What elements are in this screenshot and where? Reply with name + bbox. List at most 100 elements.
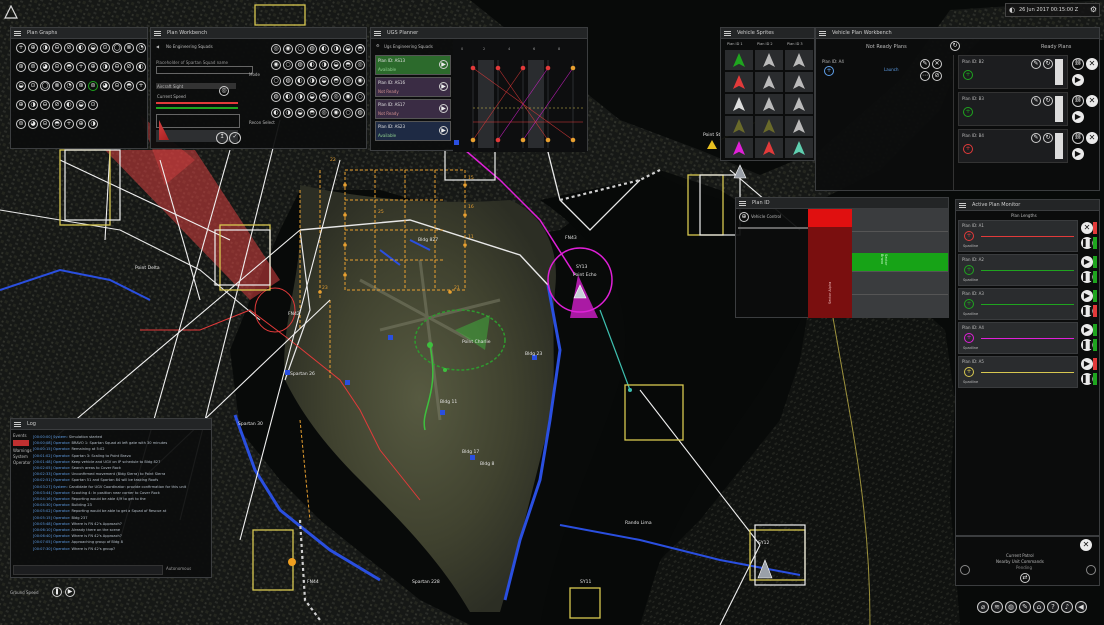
- swap-icon[interactable]: ⇄: [1020, 573, 1030, 583]
- ready-plan-card[interactable]: Plan ID: B2 + ✎ ↻: [958, 55, 1068, 89]
- ugs-plan-item[interactable]: Plan ID: AS13 Available ▶: [375, 55, 451, 75]
- filter-warnings[interactable]: Warnings: [13, 448, 32, 453]
- mic-icon[interactable]: ♪: [1061, 601, 1073, 613]
- layers-icon[interactable]: ≋: [991, 601, 1003, 613]
- sprite-cell[interactable]: [725, 138, 753, 158]
- sprite-cell[interactable]: [785, 116, 813, 136]
- edit-icon[interactable]: ✎: [920, 59, 930, 69]
- close-icon[interactable]: ▶: [1081, 290, 1093, 302]
- workbench-tool-icon[interactable]: ◉: [343, 92, 353, 102]
- graph-tool-icon[interactable]: +: [136, 81, 146, 91]
- graph-tool-icon[interactable]: ⊝: [112, 81, 122, 91]
- close-icon[interactable]: ▶: [1081, 358, 1093, 370]
- graph-tool-icon[interactable]: ◑: [88, 119, 98, 129]
- workbench-tool-icon[interactable]: ◐: [307, 60, 317, 70]
- ugs-plan-item[interactable]: Plan ID: AS16 Not Ready ▶: [375, 77, 451, 97]
- pause-icon[interactable]: ❚❚: [1081, 237, 1094, 249]
- graph-tool-icon[interactable]: ⊝: [40, 119, 50, 129]
- workbench-tool-icon[interactable]: ◍: [295, 60, 305, 70]
- graph-tool-icon[interactable]: ⊗: [124, 43, 134, 53]
- close-icon[interactable]: ✕: [932, 59, 942, 69]
- log-entries[interactable]: [00:00:00] System: Simulation started [00…: [33, 434, 209, 562]
- graph-tool-icon[interactable]: ◯: [112, 43, 122, 53]
- workbench-tool-icon[interactable]: ◒: [295, 108, 305, 118]
- graph-tool-icon[interactable]: ◔: [64, 81, 74, 91]
- filter-events[interactable]: Events: [13, 433, 27, 438]
- close-icon[interactable]: ✕: [1086, 95, 1098, 107]
- filter-system[interactable]: System: [13, 454, 28, 459]
- workbench-tool-icon[interactable]: ◉: [355, 76, 365, 86]
- refresh-icon[interactable]: ↻: [1043, 133, 1053, 143]
- vehicle-plus-icon[interactable]: +: [963, 70, 973, 80]
- pause-icon[interactable]: ❚❚: [1081, 373, 1094, 385]
- graph-tool-icon[interactable]: ◒: [88, 43, 98, 53]
- play-icon[interactable]: ▶: [1072, 74, 1084, 86]
- workbench-tool-icon[interactable]: ○: [343, 108, 353, 118]
- graph-tool-icon[interactable]: ⊘: [52, 100, 62, 110]
- workbench-tool-icon[interactable]: ◉: [283, 44, 293, 54]
- apm-plan-card[interactable]: Plan ID: A4 + Spadline: [958, 322, 1078, 354]
- vehicle-plus-icon[interactable]: +: [964, 299, 974, 309]
- graph-tool-icon[interactable]: ◓: [52, 119, 62, 129]
- workbench-tool-icon[interactable]: ◐: [283, 92, 293, 102]
- menu-icon[interactable]: [724, 31, 731, 36]
- edit-icon[interactable]: ✎: [1031, 59, 1041, 69]
- sprite-cell[interactable]: [725, 50, 753, 70]
- workbench-tool-icon[interactable]: ○: [295, 44, 305, 54]
- ugs-go-icon[interactable]: ▶: [439, 126, 448, 135]
- apm-plan-card[interactable]: Plan ID: A2 + Spadline: [958, 254, 1078, 286]
- sprite-cell[interactable]: [785, 138, 813, 158]
- play-icon[interactable]: ▶: [1072, 111, 1084, 123]
- menu-icon[interactable]: [819, 31, 826, 36]
- workbench-tool-icon[interactable]: ◐: [295, 76, 305, 86]
- workbench-tool-icon[interactable]: ◐: [271, 108, 281, 118]
- sprite-cell[interactable]: [755, 138, 783, 158]
- sprite-cell[interactable]: [755, 94, 783, 114]
- upload-icon[interactable]: ↥: [216, 132, 228, 144]
- vehicle-plus-icon[interactable]: +: [964, 333, 974, 343]
- workbench-tool-icon[interactable]: ◒: [307, 92, 317, 102]
- graph-tool-icon[interactable]: ◓: [124, 81, 134, 91]
- edit-icon[interactable]: ✎: [1031, 96, 1041, 106]
- graph-tool-icon[interactable]: ◐: [136, 62, 146, 72]
- workbench-tool-icon[interactable]: ◑: [319, 60, 329, 70]
- menu-icon[interactable]: [374, 31, 381, 36]
- close-icon[interactable]: ✕: [1080, 539, 1092, 551]
- graph-tool-icon[interactable]: ⊛: [76, 81, 86, 91]
- apm-plan-card[interactable]: Plan ID: A3 + Spadline: [958, 288, 1078, 320]
- vehicle-plus-icon[interactable]: +: [963, 107, 973, 117]
- waypoint-field[interactable]: [156, 114, 240, 128]
- workbench-tool-icon[interactable]: ◓: [307, 108, 317, 118]
- right-dial-icon[interactable]: [1086, 565, 1096, 575]
- workbench-tool-icon[interactable]: ◍: [271, 92, 281, 102]
- workbench-tool-icon[interactable]: ○: [283, 60, 293, 70]
- menu-icon[interactable]: [154, 31, 161, 36]
- menu-icon[interactable]: [14, 31, 21, 36]
- menu-icon[interactable]: [14, 422, 21, 427]
- apm-plan-card[interactable]: Plan ID: A1 + Spadline: [958, 220, 1078, 252]
- apm-plan-card[interactable]: Plan ID: A5 + Spadline: [958, 356, 1078, 388]
- graph-tool-icon[interactable]: +: [64, 119, 74, 129]
- graph-tool-icon[interactable]: ⊝: [52, 62, 62, 72]
- vehicle-plus-icon[interactable]: +: [964, 265, 974, 275]
- log-input[interactable]: [13, 565, 163, 575]
- graph-tool-icon[interactable]: ⊜: [28, 62, 38, 72]
- workbench-tool-icon[interactable]: ◓: [355, 44, 365, 54]
- name-field[interactable]: [156, 66, 253, 74]
- refresh-icon[interactable]: ↻: [1043, 96, 1053, 106]
- more-icon[interactable]: ⋯: [920, 71, 930, 81]
- workbench-tool-icon[interactable]: ◑: [295, 92, 305, 102]
- graph-tool-icon[interactable]: ⊙: [28, 81, 38, 91]
- close-icon[interactable]: ✕: [1086, 132, 1098, 144]
- graph-tool-icon[interactable]: ◑: [40, 43, 50, 53]
- graph-tool-icon[interactable]: ◒: [16, 81, 26, 91]
- sprite-cell[interactable]: [755, 50, 783, 70]
- workbench-tool-icon[interactable]: ◎: [355, 60, 365, 70]
- graph-tool-icon[interactable]: ⊕: [88, 62, 98, 72]
- hide-icon[interactable]: ⊘: [932, 71, 942, 81]
- graph-tool-icon[interactable]: ◯: [40, 81, 50, 91]
- refresh-icon[interactable]: ↻: [1043, 59, 1053, 69]
- workbench-tool-icon[interactable]: ◍: [307, 44, 317, 54]
- close-icon[interactable]: ▶: [1081, 324, 1093, 336]
- workbench-tool-icon[interactable]: ◓: [319, 92, 329, 102]
